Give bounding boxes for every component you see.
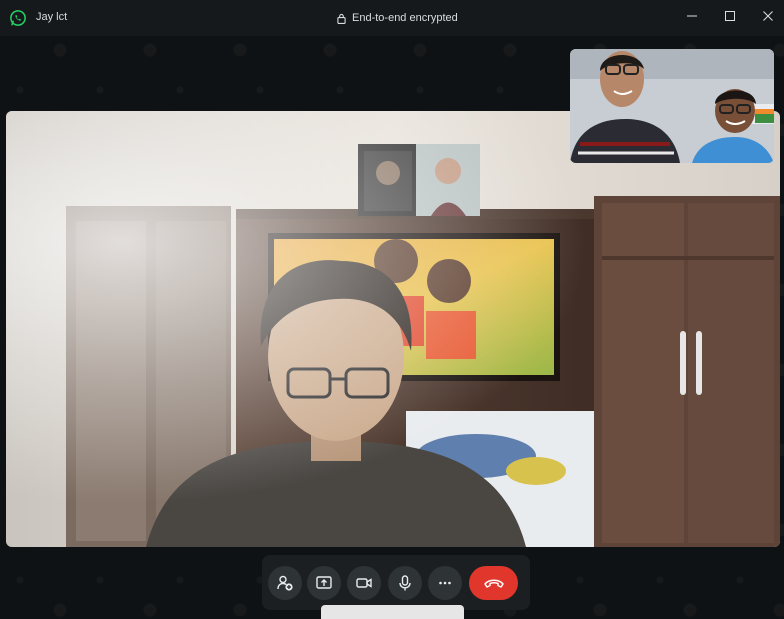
more-options-button[interactable] xyxy=(428,566,462,600)
encryption-label: End-to-end encrypted xyxy=(352,12,458,24)
maximize-button[interactable] xyxy=(722,8,738,24)
lock-icon xyxy=(337,13,346,24)
contact-name: Jay lct xyxy=(36,11,68,23)
add-participant-button[interactable] xyxy=(268,566,302,600)
more-horizontal-icon xyxy=(439,581,451,585)
add-person-icon xyxy=(277,575,293,591)
close-icon xyxy=(763,11,773,21)
share-screen-icon xyxy=(316,576,332,589)
video-toggle-button[interactable] xyxy=(347,566,381,600)
phone-hangup-icon xyxy=(483,579,504,588)
video-camera-icon xyxy=(356,578,372,588)
title-bar: Jay lct End-to-end encrypted xyxy=(0,0,784,36)
share-screen-button[interactable] xyxy=(307,566,341,600)
minimize-button[interactable] xyxy=(684,8,700,24)
maximize-icon xyxy=(725,11,735,21)
minimize-icon xyxy=(687,15,697,17)
self-view-video[interactable] xyxy=(570,49,774,163)
encryption-status: End-to-end encrypted xyxy=(337,12,458,24)
self-view-image xyxy=(570,49,774,163)
main-video-feed xyxy=(6,111,780,547)
close-button[interactable] xyxy=(760,8,776,24)
mute-button[interactable] xyxy=(388,566,422,600)
main-video-image xyxy=(6,111,780,547)
microphone-icon xyxy=(399,575,411,591)
screen-share-preview-tab[interactable] xyxy=(321,605,464,619)
end-call-button[interactable] xyxy=(469,566,518,600)
whatsapp-icon xyxy=(10,10,26,26)
